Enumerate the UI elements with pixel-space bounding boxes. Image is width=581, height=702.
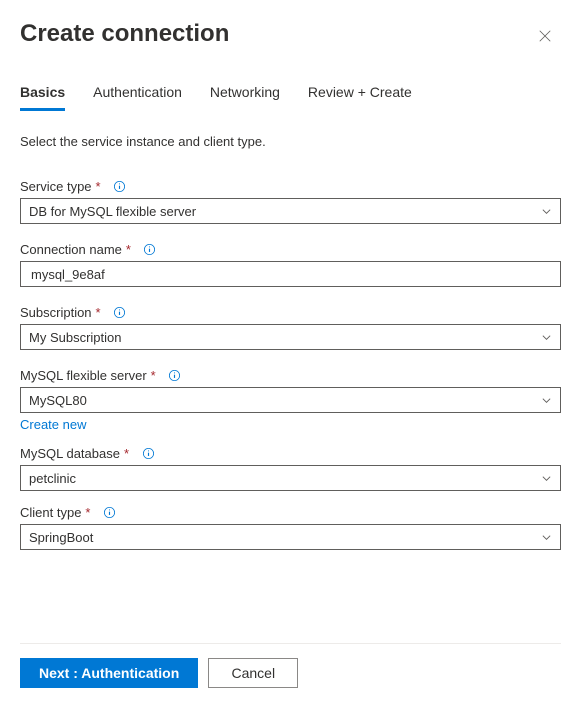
label-text: MySQL database: [20, 446, 120, 461]
select-value: DB for MySQL flexible server: [29, 204, 196, 219]
label-flexible-server: MySQL flexible server *: [20, 368, 561, 383]
field-client-type: Client type * SpringBoot: [20, 505, 561, 550]
chevron-down-icon: [540, 331, 552, 343]
select-value: SpringBoot: [29, 530, 93, 545]
next-button[interactable]: Next : Authentication: [20, 658, 198, 688]
service-type-select[interactable]: DB for MySQL flexible server: [20, 198, 561, 224]
required-mark: *: [126, 242, 131, 257]
tab-review-create[interactable]: Review + Create: [308, 84, 412, 111]
tab-basics[interactable]: Basics: [20, 84, 65, 111]
field-connection-name: Connection name *: [20, 242, 561, 287]
required-mark: *: [96, 179, 101, 194]
info-icon[interactable]: [113, 306, 127, 320]
required-mark: *: [124, 446, 129, 461]
select-value: petclinic: [29, 471, 76, 486]
close-icon: [538, 29, 552, 43]
required-mark: *: [151, 368, 156, 383]
required-mark: *: [85, 505, 90, 520]
info-icon[interactable]: [143, 243, 157, 257]
required-mark: *: [96, 305, 101, 320]
panel-footer: Next : Authentication Cancel: [20, 643, 561, 688]
label-text: Service type: [20, 179, 92, 194]
tab-authentication[interactable]: Authentication: [93, 84, 182, 111]
field-service-type: Service type * DB for MySQL flexible ser…: [20, 179, 561, 224]
create-connection-panel: Create connection Basics Authentication …: [0, 0, 581, 702]
info-icon[interactable]: [102, 506, 116, 520]
label-text: Client type: [20, 505, 81, 520]
close-button[interactable]: [529, 20, 561, 52]
tab-networking[interactable]: Networking: [210, 84, 280, 111]
select-value: MySQL80: [29, 393, 87, 408]
info-icon[interactable]: [168, 369, 182, 383]
chevron-down-icon: [540, 531, 552, 543]
database-select[interactable]: petclinic: [20, 465, 561, 491]
flexible-server-select[interactable]: MySQL80: [20, 387, 561, 413]
chevron-down-icon: [540, 394, 552, 406]
create-new-link[interactable]: Create new: [20, 417, 86, 432]
field-database: MySQL database * petclinic: [20, 446, 561, 491]
field-subscription: Subscription * My Subscription: [20, 305, 561, 350]
info-icon[interactable]: [141, 447, 155, 461]
label-text: Connection name: [20, 242, 122, 257]
field-flexible-server: MySQL flexible server * MySQL80 Create n…: [20, 368, 561, 432]
connection-name-input[interactable]: [20, 261, 561, 287]
select-value: My Subscription: [29, 330, 121, 345]
tab-bar: Basics Authentication Networking Review …: [20, 84, 561, 112]
label-client-type: Client type *: [20, 505, 561, 520]
basics-form: Service type * DB for MySQL flexible ser…: [20, 165, 561, 550]
label-connection-name: Connection name *: [20, 242, 561, 257]
client-type-select[interactable]: SpringBoot: [20, 524, 561, 550]
label-text: MySQL flexible server: [20, 368, 147, 383]
label-database: MySQL database *: [20, 446, 561, 461]
panel-header: Create connection: [20, 16, 561, 52]
info-icon[interactable]: [113, 180, 127, 194]
label-subscription: Subscription *: [20, 305, 561, 320]
connection-name-field[interactable]: [29, 266, 552, 283]
subscription-select[interactable]: My Subscription: [20, 324, 561, 350]
instruction-text: Select the service instance and client t…: [20, 134, 561, 149]
cancel-button[interactable]: Cancel: [208, 658, 298, 688]
chevron-down-icon: [540, 472, 552, 484]
chevron-down-icon: [540, 205, 552, 217]
label-text: Subscription: [20, 305, 92, 320]
panel-title: Create connection: [20, 20, 229, 48]
label-service-type: Service type *: [20, 179, 561, 194]
